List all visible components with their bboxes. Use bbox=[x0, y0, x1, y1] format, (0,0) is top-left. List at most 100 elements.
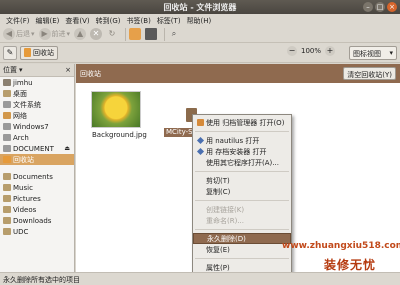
menu-restore[interactable]: 恢复(E) bbox=[193, 244, 291, 255]
sidebar-item-udc[interactable]: UDC bbox=[0, 226, 74, 237]
menu-bookmarks[interactable]: 书签(B) bbox=[124, 14, 154, 26]
view-selector[interactable]: 图标视图 ▾ bbox=[349, 46, 397, 60]
menu-open-nautilus[interactable]: 用 nautilus 打开 bbox=[193, 135, 291, 146]
watermark-slogan: 装修无忧 bbox=[324, 258, 377, 272]
sidebar-item-downloads[interactable]: Downloads bbox=[0, 215, 74, 226]
menu-separator bbox=[195, 171, 289, 172]
menu-file[interactable]: 文件(F) bbox=[3, 14, 33, 26]
chevron-down-icon[interactable]: ▾ bbox=[67, 30, 71, 38]
empty-trash-button[interactable]: 清空回收站(Y) bbox=[343, 67, 396, 80]
menu-open-archive-installer[interactable]: 用 存档安装器 打开 bbox=[193, 146, 291, 157]
sidebar-item-videos[interactable]: Videos bbox=[0, 204, 74, 215]
search-button[interactable]: ⌕ bbox=[168, 28, 180, 40]
window-titlebar: 回收站 - 文件浏览器 – □ × bbox=[0, 0, 400, 14]
sidebar-item-documents[interactable]: Documents bbox=[0, 171, 74, 182]
sidebar-item-pictures[interactable]: Pictures bbox=[0, 193, 74, 204]
menu-item-label: 剪切(T) bbox=[206, 176, 230, 185]
menu-separator bbox=[195, 258, 289, 259]
toolbar-separator bbox=[164, 27, 166, 41]
computer-icon bbox=[145, 28, 158, 40]
menu-item-label: 永久删除(D) bbox=[207, 234, 246, 243]
menu-go[interactable]: 转到(G) bbox=[93, 14, 124, 26]
sidebar-item-network[interactable]: 网络 bbox=[0, 110, 74, 121]
drive-icon bbox=[3, 134, 11, 141]
up-arrow-icon: ▲ bbox=[74, 28, 87, 40]
context-menu: 使用 归档管理器 打开(O) 用 nautilus 打开 用 存档安装器 打开 … bbox=[192, 114, 292, 274]
sidebar-item-label: Videos bbox=[13, 205, 37, 214]
close-sidebar-icon[interactable]: × bbox=[65, 66, 71, 74]
folder-icon bbox=[3, 206, 11, 213]
stop-button[interactable]: ✕ bbox=[90, 28, 103, 40]
menu-item-label: 恢复(E) bbox=[206, 245, 230, 254]
trash-icon bbox=[24, 48, 31, 57]
sidebar-item-label: Arch bbox=[13, 133, 29, 142]
image-thumbnail[interactable] bbox=[91, 91, 141, 128]
file-label-selected[interactable]: MCity-S bbox=[164, 128, 195, 137]
drive-icon bbox=[3, 145, 11, 152]
trash-icon bbox=[3, 156, 11, 163]
sidebar-item-label: Pictures bbox=[13, 194, 41, 203]
sidebar-item-filesystem[interactable]: 文件系统 bbox=[0, 99, 74, 110]
sidebar-header-label: 位置 bbox=[3, 66, 17, 74]
home-folder-icon bbox=[129, 28, 142, 40]
folder-icon bbox=[3, 184, 11, 191]
sidebar-item-trash[interactable]: 回收站 bbox=[0, 154, 74, 165]
window-controls: – □ × bbox=[363, 2, 397, 12]
zoom-out-icon[interactable]: − bbox=[287, 46, 297, 56]
location-bar: ✎ 回收站 − 100% + 图标视图 ▾ bbox=[0, 43, 400, 63]
eject-icon[interactable]: ⏏ bbox=[64, 145, 70, 152]
sidebar-item-label: Music bbox=[13, 183, 33, 192]
back-label: 后退 bbox=[16, 30, 30, 38]
sidebar-item-home[interactable]: jimhu bbox=[0, 77, 74, 88]
up-button[interactable]: ▲ bbox=[74, 28, 87, 40]
statusbar: 永久删除所有选中的项目 bbox=[0, 272, 400, 285]
network-icon bbox=[3, 112, 11, 119]
menu-delete-permanently[interactable]: 永久删除(D) bbox=[193, 233, 291, 244]
maximize-icon[interactable]: □ bbox=[375, 2, 385, 12]
menu-help[interactable]: 帮助(H) bbox=[184, 14, 215, 26]
sidebar-item-windows7[interactable]: Windows7 bbox=[0, 121, 74, 132]
menu-copy[interactable]: 复制(C) bbox=[193, 186, 291, 197]
file-label[interactable]: Background.jpg bbox=[92, 131, 147, 139]
menu-tabs[interactable]: 标签(T) bbox=[154, 14, 184, 26]
menu-cut[interactable]: 剪切(T) bbox=[193, 175, 291, 186]
toolbar-separator bbox=[125, 27, 127, 41]
sidebar-item-document[interactable]: DOCUMENT ⏏ bbox=[0, 143, 74, 154]
menu-item-label: 属性(P) bbox=[206, 263, 230, 272]
watermark-url: www.zhuangxiu518.com bbox=[282, 241, 400, 251]
sidebar: 位置 ▾ × jimhu 桌面 文件系统 网络 Windows7 Arch DO… bbox=[0, 64, 75, 272]
back-button[interactable]: ◀ 后退 ▾ bbox=[3, 28, 35, 40]
app-icon bbox=[196, 136, 205, 145]
menu-edit[interactable]: 编辑(E) bbox=[33, 14, 63, 26]
sidebar-item-music[interactable]: Music bbox=[0, 182, 74, 193]
minimize-icon[interactable]: – bbox=[363, 2, 373, 12]
sidebar-item-desktop[interactable]: 桌面 bbox=[0, 88, 74, 99]
sidebar-item-label: jimhu bbox=[13, 78, 33, 87]
chevron-down-icon[interactable]: ▾ bbox=[31, 30, 35, 38]
sidebar-item-label: DOCUMENT bbox=[13, 144, 54, 153]
zoom-control: − 100% + bbox=[287, 46, 336, 56]
menu-open-with-other[interactable]: 使用其它程序打开(A)... bbox=[193, 157, 291, 168]
computer-button[interactable] bbox=[145, 28, 158, 40]
drive-icon bbox=[3, 123, 11, 130]
zoom-in-icon[interactable]: + bbox=[325, 46, 336, 56]
sidebar-header[interactable]: 位置 ▾ × bbox=[0, 64, 74, 77]
sidebar-item-label: Documents bbox=[13, 172, 53, 181]
back-arrow-icon: ◀ bbox=[3, 28, 15, 40]
archive-manager-icon bbox=[197, 119, 204, 126]
window-title: 回收站 - 文件浏览器 bbox=[163, 3, 237, 12]
folder-icon bbox=[3, 195, 11, 202]
menu-view[interactable]: 查看(V) bbox=[62, 14, 92, 26]
reload-button[interactable]: ↻ bbox=[106, 28, 118, 40]
drive-icon bbox=[3, 101, 11, 108]
breadcrumb-trash[interactable]: 回收站 bbox=[20, 45, 58, 60]
sidebar-item-arch[interactable]: Arch bbox=[0, 132, 74, 143]
edit-location-button[interactable]: ✎ bbox=[3, 45, 17, 60]
sidebar-item-label: 桌面 bbox=[13, 89, 27, 98]
forward-button[interactable]: ▶ 前进 ▾ bbox=[38, 28, 71, 40]
sidebar-item-label: 文件系统 bbox=[13, 100, 41, 109]
folder-icon bbox=[3, 228, 11, 235]
menu-open-archive-manager[interactable]: 使用 归档管理器 打开(O) bbox=[193, 117, 291, 128]
home-button[interactable] bbox=[129, 28, 142, 40]
close-icon[interactable]: × bbox=[387, 2, 397, 12]
